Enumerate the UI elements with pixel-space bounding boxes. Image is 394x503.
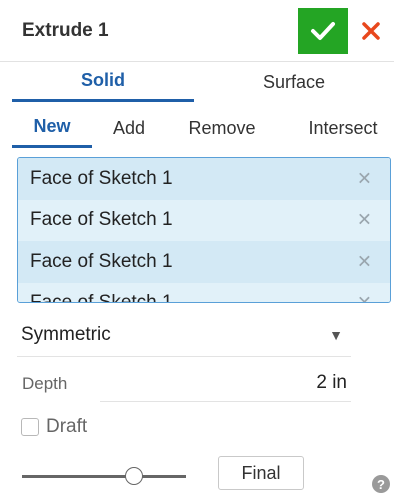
remove-selection-icon[interactable]: ✕ [357,210,372,231]
list-item[interactable]: Face of Sketch 1 ✕ [18,241,390,283]
dialog-title: Extrude 1 [22,20,109,41]
close-icon [362,22,380,40]
tab-add[interactable]: Add [98,108,160,148]
selection-label: Face of Sketch 1 [30,209,173,231]
body-type-tabs: Solid Surface [12,62,394,102]
remove-selection-icon[interactable]: ✕ [357,251,372,272]
end-type-dropdown[interactable]: Symmetric ▼ [17,315,351,357]
final-button[interactable]: Final [218,456,304,490]
depth-input[interactable]: 2 in [100,364,351,402]
tab-new[interactable]: New [12,108,92,148]
ok-button[interactable] [298,8,348,54]
remove-selection-icon[interactable]: ✕ [357,168,372,189]
extrude-panel: Extrude 1 Solid Surface New Add Remove I… [0,0,394,503]
dialog-header: Extrude 1 [0,0,394,62]
checkbox-box[interactable] [21,418,39,436]
checkmark-icon [311,22,335,40]
cancel-button[interactable] [357,16,385,46]
list-item[interactable]: Face of Sketch 1 ✕ [18,158,390,200]
list-item[interactable]: Face of Sketch 1 ✕ [18,282,390,303]
help-icon[interactable]: ? [372,475,390,493]
tab-intersect[interactable]: Intersect [288,108,394,148]
end-type-value: Symmetric [21,324,111,345]
slider-thumb[interactable] [125,467,143,485]
slider-track[interactable] [22,475,186,478]
selection-label: Face of Sketch 1 [30,250,173,272]
tab-remove[interactable]: Remove [172,108,272,148]
remove-selection-icon[interactable]: ✕ [357,293,372,302]
selection-list[interactable]: Face of Sketch 1 ✕ Face of Sketch 1 ✕ Fa… [17,157,391,303]
operation-tabs: New Add Remove Intersect [12,108,394,148]
depth-value: 2 in [316,372,347,393]
tab-solid[interactable]: Solid [12,62,194,102]
selection-label: Face of Sketch 1 [30,292,173,303]
tab-surface[interactable]: Surface [194,62,394,102]
selection-label: Face of Sketch 1 [30,167,173,189]
draft-checkbox[interactable]: Draft [21,414,87,440]
depth-label: Depth [22,374,68,393]
dropdown-arrow-icon: ▼ [329,327,343,343]
draft-label: Draft [46,416,88,437]
preview-slider[interactable] [22,464,186,488]
list-item[interactable]: Face of Sketch 1 ✕ [18,199,390,241]
